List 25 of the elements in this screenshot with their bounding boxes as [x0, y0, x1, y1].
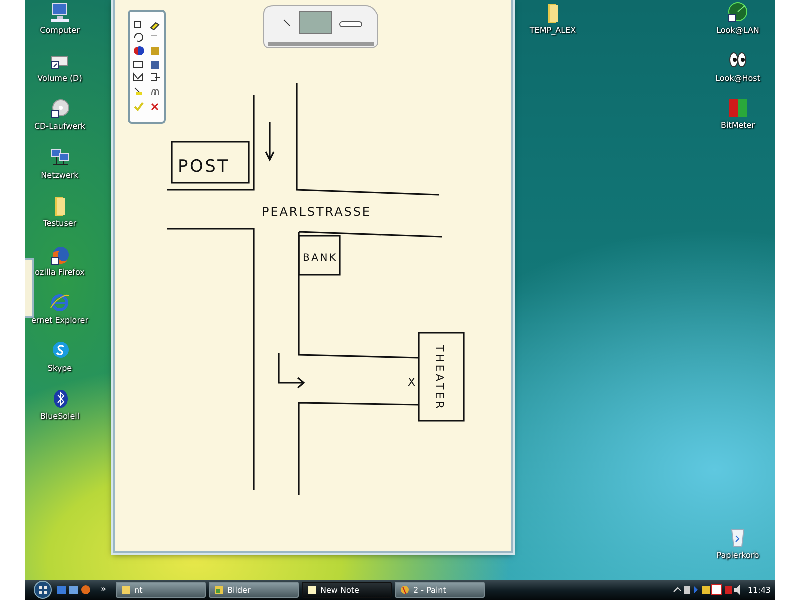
desktop-icon-label[interactable]: ernet Explorer [31, 316, 89, 325]
overflow-chevron[interactable]: » [95, 585, 113, 595]
bank-label: BANK [303, 253, 336, 264]
desktop-icon-label[interactable]: ozilla Firefox [35, 268, 85, 277]
desktop-icon-label[interactable]: Netzwerk [41, 171, 79, 180]
desktop-icon-label[interactable]: Testuser [43, 219, 77, 228]
desktop-icon-label[interactable]: BlueSoleil [40, 412, 80, 421]
taskbar-button[interactable]: Bilder [208, 582, 299, 598]
desktop-icon-label[interactable]: Papierkorb [716, 551, 760, 560]
desktop-icon-label[interactable]: Skype [48, 364, 72, 373]
taskbar-button[interactable]: nt [116, 582, 206, 598]
theater-label: THEATER [433, 345, 446, 409]
desktop-icon-label[interactable]: BitMeter [720, 121, 756, 130]
taskbar-button[interactable]: 2 - Paint [394, 582, 485, 598]
desktop-icon-label[interactable]: TEMP_ALEX [530, 26, 576, 35]
post-label: POST [178, 157, 228, 177]
desktop-icon-label[interactable]: Computer [40, 26, 80, 35]
desktop-icon-label[interactable]: Volume (D) [38, 74, 82, 83]
clock[interactable]: 11:43 [748, 586, 771, 594]
desktop-icon-label[interactable]: Look@Host [716, 74, 760, 83]
taskbar-button[interactable]: New Note [302, 582, 392, 598]
desktop-icon-label[interactable]: CD-Laufwerk [34, 122, 86, 131]
street-label: PEARLSTRASSE [262, 205, 370, 219]
desktop-icon-label[interactable]: Look@LAN [716, 26, 760, 35]
x-mark: X [408, 376, 416, 389]
